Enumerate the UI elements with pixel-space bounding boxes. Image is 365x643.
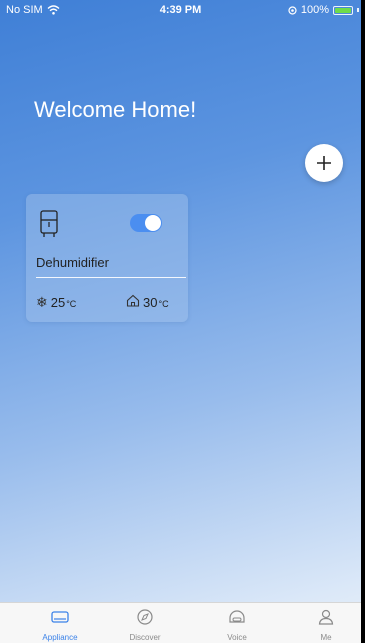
tab-label-discover: Discover [129, 633, 161, 642]
battery-percent: 100% [300, 4, 329, 16]
battery-tip [357, 8, 359, 12]
snowflake-icon: ❄ [36, 294, 48, 310]
tab-voice[interactable]: Voice [202, 603, 272, 643]
battery-icon [333, 5, 353, 15]
toggle-knob [145, 215, 161, 231]
set-temp-unit: °C [66, 299, 77, 309]
tab-label-appliance: Appliance [42, 633, 78, 642]
app-screen: No SIM 4:39 PM 100% Welcome Home! Dehumi… [0, 0, 361, 643]
set-temperature: ❄ 25 °C [36, 294, 76, 311]
location-icon [288, 5, 297, 15]
appliance-card[interactable]: Dehumidifier ❄ 25 °C 30 °C [26, 194, 188, 322]
plus-icon [317, 156, 331, 170]
card-divider [36, 277, 186, 278]
appliance-name: Dehumidifier [36, 255, 109, 270]
power-toggle[interactable] [130, 214, 162, 232]
room-temp-unit: °C [158, 299, 169, 309]
set-temp-value: 25 [50, 295, 66, 310]
compass-icon [137, 609, 153, 625]
user-icon [318, 609, 334, 625]
appliance-icon [51, 611, 69, 623]
dehumidifier-icon [40, 210, 58, 237]
tab-label-me: Me [320, 633, 332, 642]
battery-fill [335, 7, 351, 13]
room-temp-value: 30 [143, 295, 158, 310]
add-appliance-button[interactable] [305, 144, 343, 182]
tab-me[interactable]: Me [291, 603, 361, 643]
room-temperature: 30 °C [126, 294, 169, 310]
status-bar: No SIM 4:39 PM 100% [0, 0, 361, 20]
tab-bar: Appliance Discover Voice Me [0, 602, 361, 643]
status-right: 100% [288, 4, 359, 16]
home-icon [126, 294, 140, 307]
tab-label-voice: Voice [227, 633, 247, 642]
voice-icon [229, 610, 245, 623]
tab-discover[interactable]: Discover [110, 603, 180, 643]
page-title: Welcome Home! [34, 97, 197, 122]
tab-appliance[interactable]: Appliance [25, 603, 95, 643]
